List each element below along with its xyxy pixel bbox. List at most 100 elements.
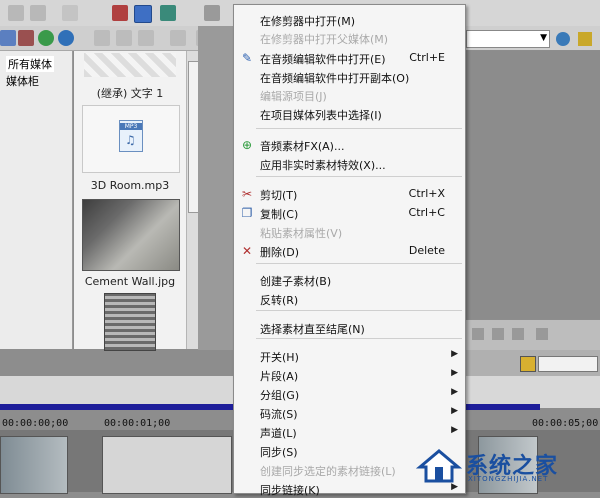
undo-icon[interactable] bbox=[8, 5, 24, 21]
redo-dropdown-icon[interactable] bbox=[62, 5, 78, 21]
music-note-icon: ♫ bbox=[125, 133, 136, 147]
tree-item-media-bins[interactable]: 媒体柜 bbox=[6, 73, 39, 89]
context-menu-item[interactable]: 反转(R) bbox=[234, 290, 465, 308]
context-menu-item-shortcut: Ctrl+E bbox=[409, 51, 445, 64]
submenu-arrow-icon: ▶ bbox=[451, 349, 458, 359]
preview-settings-icon[interactable] bbox=[556, 32, 570, 46]
globe-icon[interactable] bbox=[38, 30, 54, 46]
transport-button[interactable] bbox=[472, 328, 484, 340]
submenu-arrow-icon: ▶ bbox=[451, 368, 458, 378]
context-menu-item[interactable]: 在项目媒体列表中选择(I) bbox=[234, 105, 465, 123]
context-menu-item[interactable]: 分组(G) ▶ bbox=[234, 385, 465, 403]
context-menu-item-label: 反转(R) bbox=[260, 294, 299, 307]
capture-icon[interactable] bbox=[18, 30, 34, 46]
preview-split-icon[interactable] bbox=[578, 32, 592, 46]
context-menu-item-label: 片段(A) bbox=[260, 370, 299, 383]
context-menu-item[interactable]: 开关(H) ▶ bbox=[234, 347, 465, 365]
audio-file-icon: MP3 ♫ bbox=[119, 120, 143, 152]
properties-icon[interactable] bbox=[116, 30, 132, 46]
context-menu-item-shortcut: Ctrl+C bbox=[408, 206, 445, 219]
cursor-tool-icon[interactable] bbox=[112, 5, 128, 21]
audio-file-badge: MP3 bbox=[120, 123, 142, 130]
timecode-5s: 00:00:05;00 bbox=[532, 418, 599, 429]
context-menu-item[interactable]: 在音频编辑软件中打开副本(O) bbox=[234, 68, 465, 86]
media-item-text[interactable] bbox=[84, 53, 176, 77]
context-menu-item: 粘贴素材属性(V) bbox=[234, 223, 465, 241]
context-menu-item-label: 选择素材直至结尾(N) bbox=[260, 323, 365, 336]
timeline-clip[interactable] bbox=[0, 436, 68, 494]
preview-dropdown[interactable]: ▼ bbox=[466, 30, 550, 48]
level-slider[interactable] bbox=[538, 356, 598, 372]
context-menu-item-label: 开关(H) bbox=[260, 351, 299, 364]
transport-button[interactable] bbox=[512, 328, 524, 340]
media-item-label: Cement Wall.jpg bbox=[84, 275, 176, 288]
context-menu-item[interactable]: 码流(S) ▶ bbox=[234, 404, 465, 422]
context-menu-item-label: 在项目媒体列表中选择(I) bbox=[260, 109, 382, 122]
context-menu-item-label: 同步链接(K) bbox=[260, 484, 320, 497]
delete-icon: ✕ bbox=[241, 244, 253, 258]
close-icon[interactable] bbox=[94, 30, 110, 46]
context-menu-item-label: 剪切(T) bbox=[260, 189, 298, 202]
context-menu: 在修剪器中打开(M) 在修剪器中打开父媒体(M) ✎ 在音频编辑软件中打开(E) Ctr… bbox=[233, 4, 466, 497]
redo-icon[interactable] bbox=[30, 5, 46, 21]
watermark-house-logo bbox=[416, 449, 462, 483]
context-menu-item-label: 创建子素材(B) bbox=[260, 275, 332, 288]
search-icon[interactable] bbox=[58, 30, 74, 46]
context-menu-item-shortcut: Delete bbox=[408, 244, 445, 257]
transport-button[interactable] bbox=[492, 328, 504, 340]
timeline-clip[interactable] bbox=[102, 436, 232, 494]
context-menu-item[interactable]: 创建子素材(B) bbox=[234, 271, 465, 289]
context-menu-item-label: 在修剪器中打开父媒体(M) bbox=[260, 33, 389, 46]
context-menu-item-label: 在修剪器中打开(M) bbox=[260, 15, 356, 28]
copy-icon: ❐ bbox=[241, 206, 253, 220]
fx-icon: ⊕ bbox=[241, 138, 253, 152]
context-menu-item-label: 应用非实时素材特效(X)... bbox=[260, 159, 386, 172]
tree-item-all-media[interactable]: 所有媒体 bbox=[6, 56, 54, 72]
context-menu-item[interactable]: ✎ 在音频编辑软件中打开(E) Ctrl+E bbox=[234, 49, 465, 67]
context-menu-item-shortcut: Ctrl+X bbox=[408, 187, 445, 200]
context-menu-item-label: 分组(G) bbox=[260, 389, 300, 402]
context-menu-item[interactable]: ⊕ 音频素材FX(A)... bbox=[234, 136, 465, 154]
context-menu-item[interactable]: ❐ 复制(C) Ctrl+C bbox=[234, 204, 465, 222]
timecode-1s: 00:00:01;00 bbox=[104, 418, 171, 429]
gear-icon[interactable] bbox=[204, 5, 220, 21]
menu-separator bbox=[256, 176, 462, 177]
context-menu-item[interactable]: 应用非实时素材特效(X)... bbox=[234, 155, 465, 173]
envelope-tool-icon[interactable] bbox=[134, 5, 152, 23]
context-menu-item-label: 编辑源项目(J) bbox=[260, 90, 327, 103]
context-menu-item: 在修剪器中打开父媒体(M) bbox=[234, 29, 465, 47]
play-icon[interactable] bbox=[170, 30, 186, 46]
context-menu-item[interactable]: ✕ 删除(D) Delete bbox=[234, 242, 465, 260]
context-menu-item-label: 音频素材FX(A)... bbox=[260, 140, 345, 153]
media-item-image[interactable] bbox=[82, 199, 180, 271]
context-menu-item-label: 删除(D) bbox=[260, 246, 300, 259]
watermark-subtitle: XITONGZHIJIA.NET bbox=[468, 475, 549, 483]
context-menu-item[interactable]: 片段(A) ▶ bbox=[234, 366, 465, 384]
context-menu-item[interactable]: 声道(L) ▶ bbox=[234, 423, 465, 441]
chevron-down-icon: ▼ bbox=[540, 33, 547, 43]
watermark: 系统之家 XITONGZHIJIA.NET bbox=[416, 446, 592, 486]
media-item-audio[interactable]: MP3 ♫ bbox=[82, 105, 180, 173]
transport-controls bbox=[466, 320, 600, 350]
transport-button[interactable] bbox=[536, 328, 548, 340]
scissors-icon: ✂ bbox=[241, 187, 253, 201]
context-menu-item-label: 粘贴素材属性(V) bbox=[260, 227, 343, 240]
context-menu-item[interactable]: 在修剪器中打开(M) bbox=[234, 11, 465, 29]
submenu-arrow-icon: ▶ bbox=[451, 406, 458, 416]
menu-separator bbox=[256, 128, 462, 129]
import-icon[interactable] bbox=[0, 30, 16, 46]
media-item-image[interactable] bbox=[104, 293, 156, 351]
context-menu-item[interactable]: ✂ 剪切(T) Ctrl+X bbox=[234, 185, 465, 203]
effects-icon[interactable] bbox=[138, 30, 154, 46]
context-menu-item[interactable]: 选择素材直至结尾(N) bbox=[234, 319, 465, 337]
preview-window bbox=[466, 51, 600, 319]
media-item-label: 3D Room.mp3 bbox=[90, 179, 170, 192]
marker-icon[interactable] bbox=[520, 356, 536, 372]
level-meter bbox=[466, 350, 600, 376]
panel-divider bbox=[198, 26, 234, 350]
edit-tool-icon[interactable] bbox=[160, 5, 176, 21]
menu-separator bbox=[256, 310, 462, 311]
media-list: (继承) 文字 1 MP3 ♫ 3D Room.mp3 Cement Wall.… bbox=[74, 51, 186, 351]
context-menu-item-label: 声道(L) bbox=[260, 427, 297, 440]
context-menu-item-label: 复制(C) bbox=[260, 208, 299, 221]
